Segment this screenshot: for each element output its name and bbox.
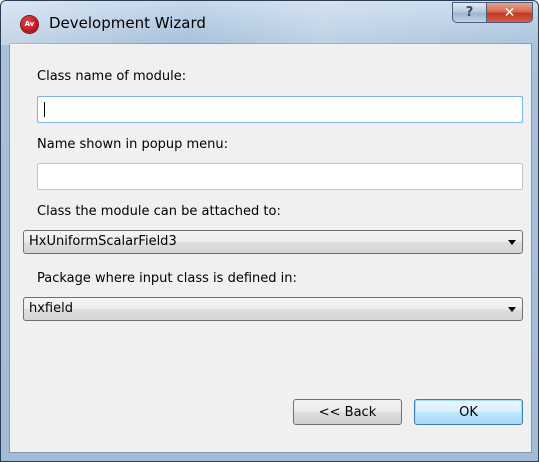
class-name-input[interactable]	[37, 96, 523, 123]
title-bar[interactable]: Av Development Wizard ? ✕	[1, 1, 538, 43]
class-name-label: Class name of module:	[37, 69, 187, 84]
close-button[interactable]: ✕	[487, 2, 533, 23]
package-select[interactable]: hxfield	[23, 297, 523, 321]
close-icon: ✕	[503, 4, 516, 21]
package-value: hxfield	[29, 301, 73, 316]
caption-buttons: ? ✕	[452, 2, 533, 24]
back-button[interactable]: << Back	[293, 399, 402, 425]
package-label: Package where input class is defined in:	[37, 271, 297, 286]
popup-name-input[interactable]	[37, 163, 523, 190]
window-title: Development Wizard	[49, 14, 206, 32]
chevron-down-icon	[508, 307, 516, 312]
text-caret	[44, 102, 45, 117]
help-icon: ?	[465, 5, 474, 20]
chevron-down-icon	[508, 240, 516, 245]
app-icon: Av	[21, 16, 38, 33]
attach-class-value: HxUniformScalarField3	[29, 234, 177, 249]
development-wizard-window: Av Development Wizard ? ✕ Class name of …	[0, 0, 539, 462]
dialog-body: Class name of module: Name shown in popu…	[9, 43, 532, 453]
popup-name-label: Name shown in popup menu:	[37, 137, 229, 152]
app-icon-text: Av	[24, 20, 35, 28]
help-button[interactable]: ?	[452, 2, 487, 23]
attach-class-select[interactable]: HxUniformScalarField3	[23, 230, 523, 254]
attach-class-label: Class the module can be attached to:	[37, 204, 281, 219]
ok-button[interactable]: OK	[414, 399, 523, 425]
